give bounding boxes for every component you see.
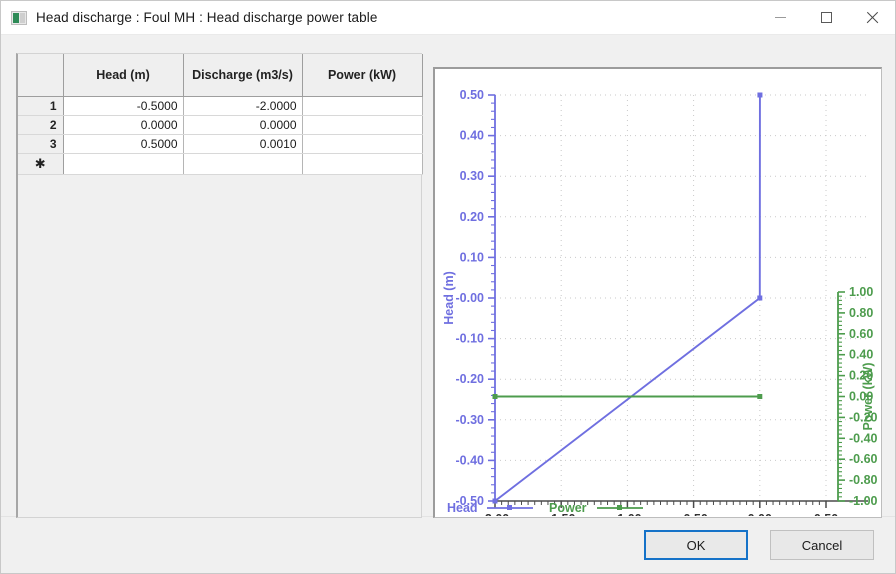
chart-gridlines xyxy=(495,94,868,502)
dialog-footer: OK Cancel xyxy=(1,516,895,573)
row-index[interactable]: 2 xyxy=(18,115,64,135)
ytick-label-left: 0.10 xyxy=(460,250,484,264)
cell-power[interactable] xyxy=(302,153,423,175)
column-header-discharge[interactable]: Discharge (m3/s) xyxy=(183,54,303,97)
close-icon xyxy=(866,11,879,24)
ytick-label-left: 0.30 xyxy=(460,169,484,183)
ytick-label-left: 0.20 xyxy=(460,210,484,224)
series-marker xyxy=(492,394,498,399)
series-power xyxy=(492,394,763,399)
xtick-label: 0.50 xyxy=(814,512,838,516)
table-row[interactable]: 3 0.5000 0.0010 xyxy=(18,134,423,154)
legend-label-power: Power xyxy=(549,501,587,515)
column-header-power[interactable]: Power (kW) xyxy=(302,54,423,97)
xtick-label: -0.50 xyxy=(679,512,708,516)
ytick-label-right: 0.40 xyxy=(849,348,873,362)
window-title: Head discharge : Foul MH : Head discharg… xyxy=(36,10,378,25)
legend-label-head: Head xyxy=(447,501,478,515)
ytick-label-left: 0.50 xyxy=(460,88,484,102)
ytick-label-left: -0.20 xyxy=(456,372,485,386)
table-body: 1 -0.5000 -2.0000 2 0.0000 0.0000 3 0.50… xyxy=(18,96,423,175)
dialog-body: Head (m) Discharge (m3/s) Power (kW) 1 -… xyxy=(1,35,895,518)
axis-power-right: 1.000.800.600.400.200.00-0.20-0.40-0.60-… xyxy=(837,285,878,508)
table-header-row: Head (m) Discharge (m3/s) Power (kW) xyxy=(18,54,423,97)
series-head xyxy=(492,92,763,504)
ytick-label-left: -0.00 xyxy=(456,291,485,305)
axis-head-left: 0.50 0.40 0.30 0.20 0.10 -0.00 -0.10 -0.20 -0.30… xyxy=(442,88,496,508)
table-header: Head (m) Discharge (m3/s) Power (kW) xyxy=(18,54,423,97)
cell-head[interactable]: 0.5000 xyxy=(63,134,184,154)
series-marker xyxy=(757,92,763,98)
ytick-label-right: -0.80 xyxy=(849,473,878,487)
legend-swatch-marker-power xyxy=(617,505,622,510)
cell-power[interactable] xyxy=(302,134,423,154)
cell-power[interactable] xyxy=(302,115,423,135)
y-axis-label-head: Head (m) xyxy=(442,271,456,324)
window-app-icon xyxy=(11,10,27,25)
cell-discharge[interactable]: 0.0010 xyxy=(183,134,303,154)
cell-head[interactable]: -0.5000 xyxy=(63,96,184,116)
column-header-rowselect[interactable] xyxy=(18,54,64,97)
cell-discharge[interactable]: 0.0000 xyxy=(183,115,303,135)
new-row-asterisk-icon[interactable]: ✱ xyxy=(18,153,64,175)
ytick-label-right: -0.60 xyxy=(849,452,878,466)
series-marker xyxy=(757,295,763,301)
axis-discharge-bottom: -2.00-1.50-1.00-0.500.000.50Discharge (m… xyxy=(481,500,868,516)
cell-power[interactable] xyxy=(302,96,423,116)
column-header-head[interactable]: Head (m) xyxy=(63,54,184,97)
maximize-icon xyxy=(820,12,832,23)
ytick-label-right: -0.40 xyxy=(849,431,878,445)
chart-panel: 0.50 0.40 0.30 0.20 0.10 -0.00 -0.10 -0.20 -0.30… xyxy=(433,67,882,518)
table-row[interactable]: 1 -0.5000 -2.0000 xyxy=(18,96,423,116)
table-row[interactable]: 2 0.0000 0.0000 xyxy=(18,115,423,135)
cancel-button[interactable]: Cancel xyxy=(770,530,874,560)
ytick-label-left: -0.30 xyxy=(456,413,485,427)
cell-head[interactable] xyxy=(63,153,184,175)
close-button[interactable] xyxy=(849,1,895,34)
dialog-window: Head discharge : Foul MH : Head discharg… xyxy=(0,0,896,574)
y-axis-label-power: Power (kW) xyxy=(861,362,875,430)
row-index[interactable]: 1 xyxy=(18,96,64,116)
ytick-label-right: 0.60 xyxy=(849,327,873,341)
head-discharge-chart: 0.50 0.40 0.30 0.20 0.10 -0.00 -0.10 -0.20 -0.30… xyxy=(442,88,878,516)
ytick-label-left: -0.40 xyxy=(456,453,485,467)
ok-button[interactable]: OK xyxy=(644,530,748,560)
ytick-label-left: -0.10 xyxy=(456,332,485,346)
head-discharge-table[interactable]: Head (m) Discharge (m3/s) Power (kW) 1 -… xyxy=(18,54,423,175)
ytick-label-left: 0.40 xyxy=(460,129,484,143)
cell-discharge[interactable]: -2.0000 xyxy=(183,96,303,116)
table-new-row[interactable]: ✱ xyxy=(18,153,423,175)
cell-discharge[interactable] xyxy=(183,153,303,175)
row-index[interactable]: 3 xyxy=(18,134,64,154)
data-grid-panel: Head (m) Discharge (m3/s) Power (kW) 1 -… xyxy=(16,53,423,518)
cell-head[interactable]: 0.0000 xyxy=(63,115,184,135)
title-bar: Head discharge : Foul MH : Head discharg… xyxy=(1,1,895,35)
xtick-label: 0.00 xyxy=(748,512,772,516)
minimize-icon xyxy=(774,17,786,18)
series-marker xyxy=(757,394,763,399)
minimize-button[interactable] xyxy=(757,1,803,34)
legend-swatch-marker-head xyxy=(507,505,512,510)
maximize-button[interactable] xyxy=(803,1,849,34)
xtick-label: -1.00 xyxy=(613,512,642,516)
series-marker xyxy=(492,498,498,504)
ytick-label-right: 1.00 xyxy=(849,285,873,299)
ytick-label-right: -1.00 xyxy=(849,494,878,508)
xtick-label: -2.00 xyxy=(481,512,510,516)
ytick-label-right: 0.80 xyxy=(849,306,873,320)
